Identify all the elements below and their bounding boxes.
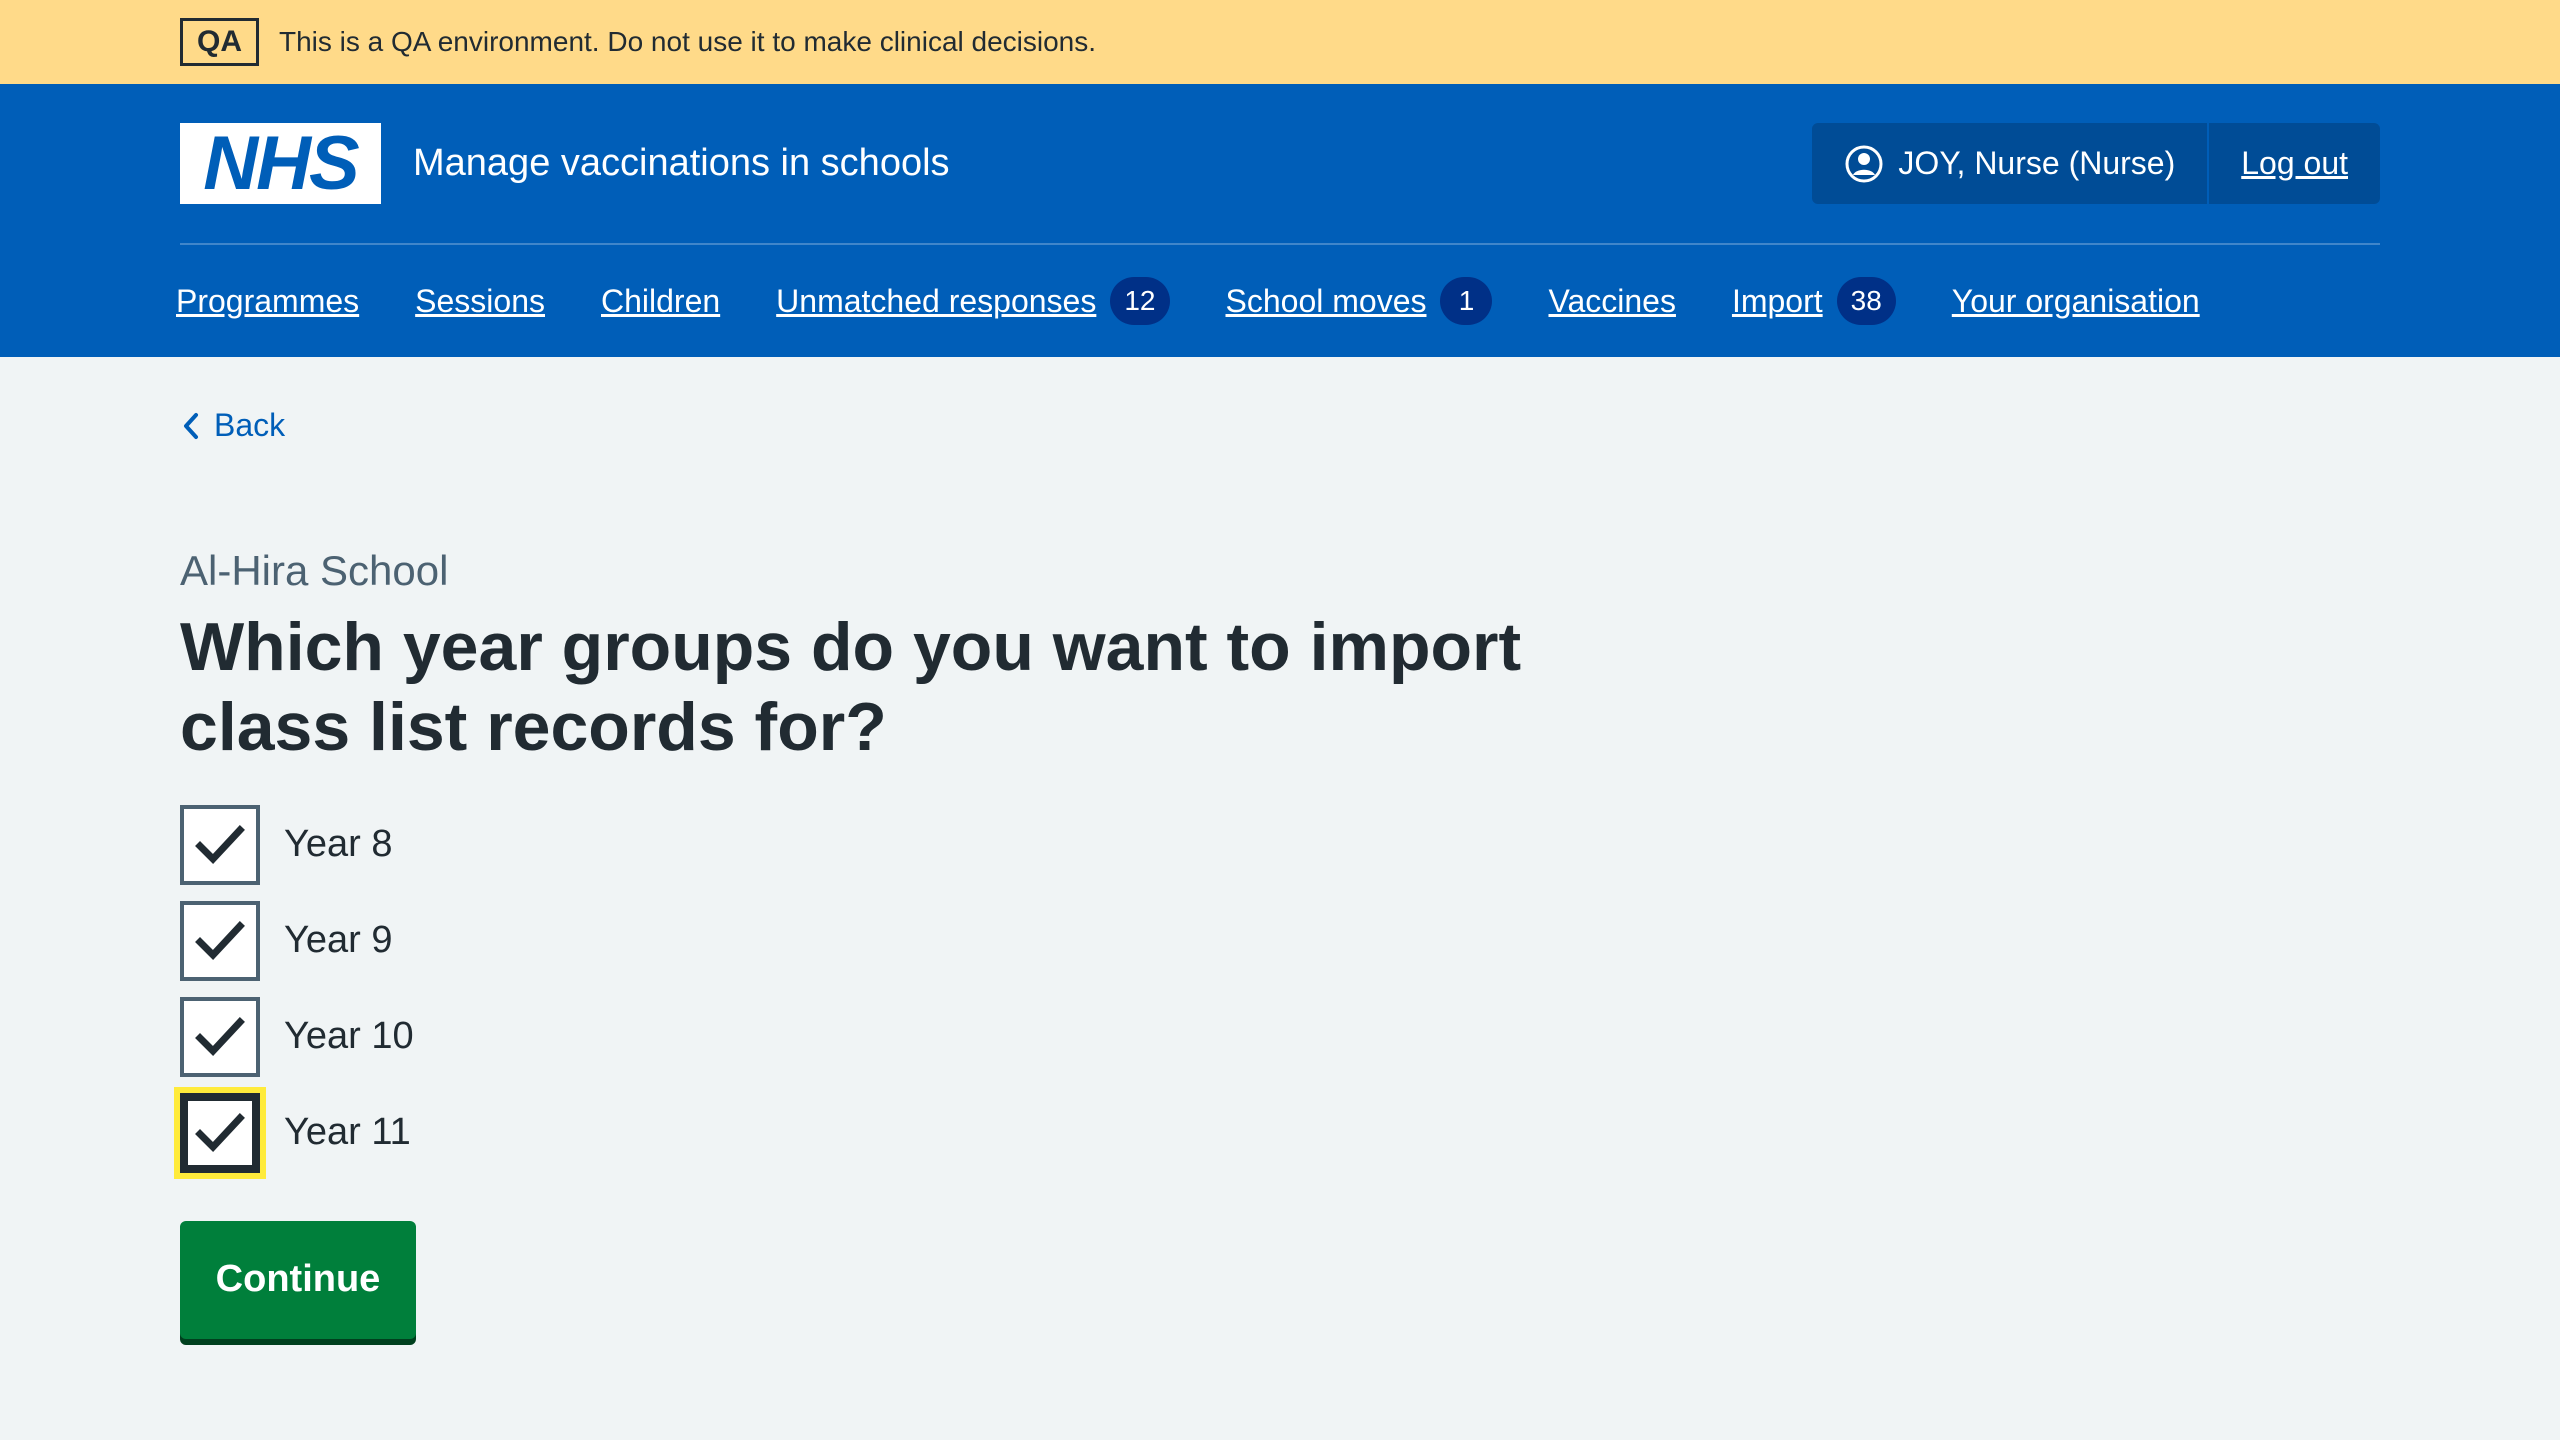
checkbox-label-year-11[interactable]: Year 11 <box>284 1111 411 1154</box>
nav-item-vaccines[interactable]: Vaccines <box>1548 283 1675 320</box>
nav-link-unmatched-responses[interactable]: Unmatched responses <box>776 283 1096 320</box>
nhs-logo[interactable]: NHS <box>180 123 381 204</box>
back-link[interactable]: Back <box>180 407 285 444</box>
nav-link-vaccines[interactable]: Vaccines <box>1548 283 1675 320</box>
checkmark-icon <box>195 921 245 961</box>
nav-item-your-organisation[interactable]: Your organisation <box>1952 283 2200 320</box>
account-user: JOY, Nurse (Nurse) <box>1812 123 2210 204</box>
nav-link-school-moves[interactable]: School moves <box>1226 283 1427 320</box>
unmatched-responses-count-badge: 12 <box>1110 277 1170 325</box>
header-top: NHS Manage vaccinations in schools JOY, … <box>180 84 2380 243</box>
environment-banner: QA This is a QA environment. Do not use … <box>0 0 2560 84</box>
checkbox-item-year-11[interactable]: Year 11 <box>180 1085 2380 1181</box>
service-name[interactable]: Manage vaccinations in schools <box>413 142 950 185</box>
import-count-badge: 38 <box>1836 277 1896 325</box>
year-group-checkboxes: Year 8 Year 9 Year 10 Year 11 <box>180 797 2380 1181</box>
school-moves-count-badge: 1 <box>1440 277 1493 325</box>
nav-item-sessions[interactable]: Sessions <box>415 283 545 320</box>
user-name: JOY, Nurse (Nurse) <box>1898 145 2176 181</box>
back-link-label: Back <box>214 407 286 443</box>
checkbox-item-year-9[interactable]: Year 9 <box>180 893 2380 989</box>
nhs-logo-text: NHS <box>203 120 359 206</box>
checkbox-year-10[interactable] <box>180 996 260 1077</box>
logout-link[interactable]: Log out <box>2209 123 2380 204</box>
checkbox-year-11[interactable] <box>180 1092 260 1173</box>
chevron-left-icon <box>184 412 198 439</box>
checkbox-year-9[interactable] <box>180 900 260 981</box>
brand[interactable]: NHS Manage vaccinations in schools <box>180 123 950 204</box>
page-caption: Al-Hira School <box>180 546 449 594</box>
checkmark-icon <box>195 1017 245 1057</box>
nav-item-children[interactable]: Children <box>601 283 720 320</box>
nav-item-school-moves[interactable]: School moves 1 <box>1226 277 1493 325</box>
nav-item-programmes[interactable]: Programmes <box>176 283 359 320</box>
checkbox-label-year-9[interactable]: Year 9 <box>284 919 392 962</box>
main-content: Back Al-Hira School Which year groups do… <box>0 357 2560 1339</box>
nav-item-import[interactable]: Import 38 <box>1732 277 1896 325</box>
checkbox-item-year-8[interactable]: Year 8 <box>180 797 2380 893</box>
page-title: Which year groups do you want to import … <box>180 608 1522 765</box>
checkmark-icon <box>195 825 245 865</box>
continue-button[interactable]: Continue <box>180 1220 416 1339</box>
nav-item-unmatched-responses[interactable]: Unmatched responses 12 <box>776 277 1170 325</box>
checkbox-label-year-10[interactable]: Year 10 <box>284 1015 414 1058</box>
account-panel: JOY, Nurse (Nurse) Log out <box>1812 123 2380 204</box>
nav-link-your-organisation[interactable]: Your organisation <box>1952 283 2200 320</box>
checkbox-year-8[interactable] <box>180 804 260 885</box>
checkmark-icon <box>195 1113 245 1153</box>
header: NHS Manage vaccinations in schools JOY, … <box>0 84 2560 357</box>
checkbox-label-year-8[interactable]: Year 8 <box>284 823 392 866</box>
checkbox-item-year-10[interactable]: Year 10 <box>180 989 2380 1085</box>
nav-link-import[interactable]: Import <box>1732 283 1823 320</box>
environment-message: This is a QA environment. Do not use it … <box>279 26 1097 57</box>
user-icon <box>1845 145 1883 182</box>
primary-navigation: Programmes Sessions Children Unmatched r… <box>176 245 2380 357</box>
nav-link-children[interactable]: Children <box>601 283 720 320</box>
nav-link-sessions[interactable]: Sessions <box>415 283 545 320</box>
nav-link-programmes[interactable]: Programmes <box>176 283 359 320</box>
environment-tag: QA <box>180 18 259 66</box>
